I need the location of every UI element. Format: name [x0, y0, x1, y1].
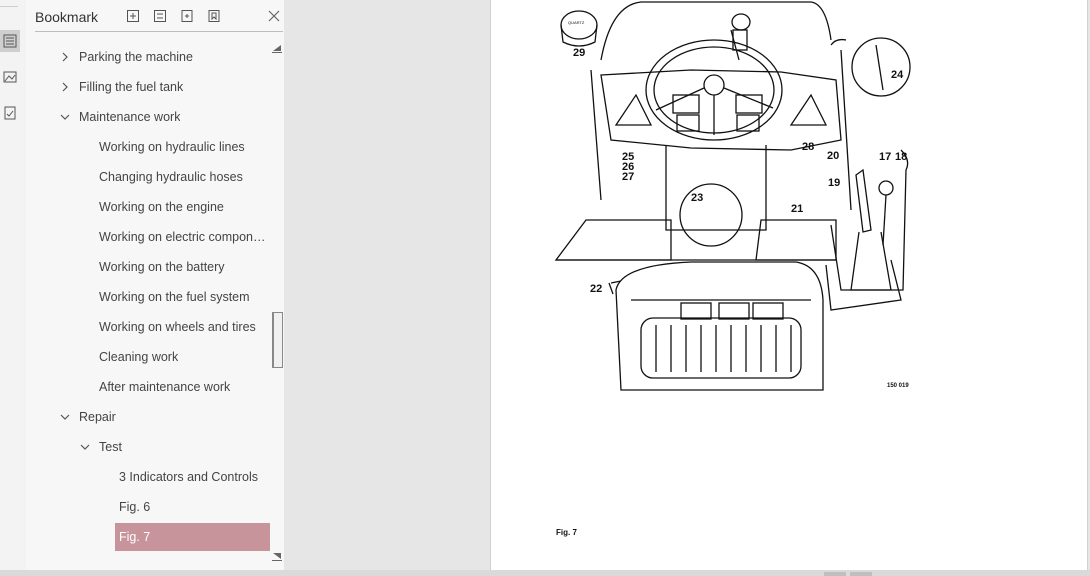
callout-18: 18 — [895, 151, 907, 163]
bookmark-item[interactable]: Fig. 7 — [26, 522, 272, 552]
bookmark-item[interactable]: Repair — [26, 402, 272, 432]
bookmark-item-label: 3 Indicators and Controls — [119, 470, 258, 484]
bookmark-options-icon — [208, 10, 220, 22]
side-rail — [0, 0, 27, 576]
bookmark-item[interactable]: Working on the fuel system — [26, 282, 272, 312]
callout-19: 19 — [828, 177, 840, 189]
chevron-down-icon — [60, 414, 70, 420]
status-segment — [824, 572, 846, 576]
bookmark-item-label: Working on hydraulic lines — [99, 140, 245, 154]
bookmark-item-label: Filling the fuel tank — [79, 80, 184, 94]
thumbnails-panel-button[interactable] — [0, 66, 20, 88]
bookmark-item[interactable]: After maintenance work — [26, 372, 272, 402]
gauge-label: QUARTZ — [568, 20, 585, 25]
chevron-down-icon — [60, 114, 70, 120]
attachment-icon — [4, 106, 16, 120]
callout-21: 21 — [791, 203, 803, 215]
expand-all-button[interactable] — [125, 8, 141, 24]
chevron-down-icon — [80, 444, 90, 450]
figure-code: 150 019 — [887, 383, 909, 389]
bookmark-item-label: Test — [99, 440, 122, 454]
callout-23: 23 — [691, 192, 703, 204]
attachments-panel-button[interactable] — [0, 102, 20, 124]
add-bookmark-button[interactable] — [179, 8, 195, 24]
scroll-down-icon — [272, 553, 282, 561]
expand-all-icon — [127, 10, 139, 22]
document-page[interactable]: 29 24 28 25 26 27 20 17 18 19 23 21 22 Q… — [490, 0, 1088, 570]
bookmark-item[interactable]: Working on hydraulic lines — [26, 132, 272, 162]
bookmark-item-label: Repair — [79, 410, 116, 424]
callout-22: 22 — [590, 283, 602, 295]
bookmark-item[interactable]: Working on the battery — [26, 252, 272, 282]
bookmark-item-label: Cleaning work — [99, 350, 179, 364]
bookmark-item[interactable]: Fig. 6 — [26, 492, 272, 522]
rail-divider — [0, 6, 18, 7]
callout-24: 24 — [891, 69, 904, 81]
expand-toggle[interactable] — [58, 72, 72, 102]
bookmark-item-label: Working on the fuel system — [99, 290, 250, 304]
status-segment — [850, 572, 872, 576]
bookmark-item-label: Parking the machine — [79, 50, 193, 64]
callout-27: 27 — [622, 171, 634, 183]
collapse-all-button[interactable] — [152, 8, 168, 24]
bookmark-item[interactable]: Cleaning work — [26, 342, 272, 372]
bookmark-scrollbar[interactable] — [270, 42, 284, 562]
bookmark-item[interactable]: Maintenance work — [26, 102, 272, 132]
bookmark-item-label: Changing hydraulic hoses — [99, 170, 243, 184]
bookmark-item[interactable]: Parking the machine — [26, 42, 272, 72]
panel-title: Bookmark — [35, 9, 99, 25]
bookmark-tree: Parking the machine Filling the fuel tank… — [26, 42, 284, 562]
bookmark-item[interactable]: Working on wheels and tires — [26, 312, 272, 342]
callout-28: 28 — [802, 141, 814, 153]
bookmark-item-label: After maintenance work — [99, 380, 231, 394]
bookmarks-panel-button[interactable] — [0, 30, 20, 52]
callout-17: 17 — [879, 151, 891, 163]
bookmark-item[interactable]: 3 Indicators and Controls — [26, 462, 272, 492]
bookmark-item-label: Working on wheels and tires — [99, 320, 256, 334]
bookmark-item[interactable]: Test — [26, 432, 272, 462]
bookmark-panel: Bookmark Parking the machine Filling the… — [26, 0, 284, 570]
bookmark-item-label: Working on electric compone... — [99, 230, 266, 244]
scroll-down-button[interactable] — [271, 550, 283, 562]
bookmark-panel-header: Bookmark — [26, 0, 284, 34]
figure-caption: Fig. 7 — [556, 528, 577, 537]
expand-toggle[interactable] — [58, 402, 72, 432]
bookmark-list-icon — [3, 34, 17, 48]
add-bookmark-icon — [181, 10, 193, 22]
chevron-right-icon — [62, 82, 68, 92]
bookmark-item-label: Working on the battery — [99, 260, 225, 274]
image-icon — [3, 71, 17, 83]
bookmark-item-label: Maintenance work — [79, 110, 181, 124]
scroll-up-icon — [272, 45, 282, 53]
bookmark-item-label: Working on the engine — [99, 200, 224, 214]
scroll-up-button[interactable] — [271, 42, 283, 54]
close-icon — [268, 10, 280, 22]
callout-29: 29 — [573, 47, 585, 59]
bookmark-item-label: Fig. 6 — [119, 500, 151, 514]
bottom-status-bar — [0, 570, 1090, 576]
bookmark-item-label: Fig. 7 — [119, 530, 151, 544]
close-panel-button[interactable] — [266, 8, 282, 24]
header-divider — [35, 31, 283, 32]
expand-toggle[interactable] — [58, 102, 72, 132]
bookmark-item[interactable]: Changing hydraulic hoses — [26, 162, 272, 192]
expand-toggle[interactable] — [78, 432, 92, 462]
expand-toggle[interactable] — [58, 42, 72, 72]
bookmark-options-button[interactable] — [206, 8, 222, 24]
callout-20: 20 — [827, 150, 839, 162]
bookmark-item[interactable]: Working on the engine — [26, 192, 272, 222]
machine-cab-illustration: 29 24 28 25 26 27 20 17 18 19 23 21 22 Q… — [554, 1, 911, 391]
bookmark-item[interactable]: Working on electric compone... — [26, 222, 272, 252]
bookmark-item[interactable]: Filling the fuel tank — [26, 72, 272, 102]
scroll-thumb[interactable] — [272, 312, 283, 368]
collapse-all-icon — [154, 10, 166, 22]
chevron-right-icon — [62, 52, 68, 62]
